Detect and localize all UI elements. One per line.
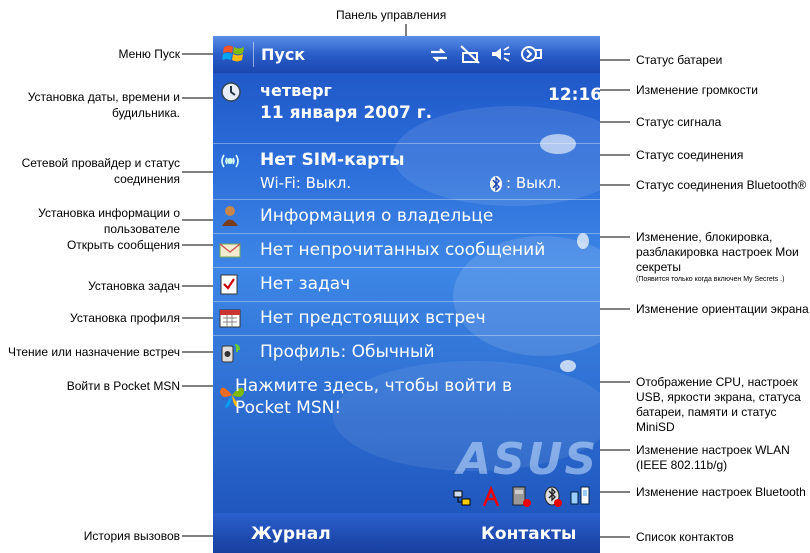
cpu-label-1: Отображение CPU, настроек bbox=[636, 375, 798, 389]
secrets-label-1: Изменение, блокировка, bbox=[636, 230, 773, 244]
connection-status-label: Статус соединения bbox=[636, 148, 744, 162]
network-provider-icon bbox=[221, 154, 239, 168]
call-history-label: История вызовов bbox=[83, 529, 180, 543]
date-row[interactable]: четверг 11 января 2007 г. 12:16 bbox=[213, 73, 600, 144]
wlan-label-1: Изменение настроек WLAN bbox=[636, 443, 790, 457]
profile-text: Профиль: Обычный bbox=[260, 342, 435, 362]
battery-status-icon[interactable] bbox=[519, 44, 543, 64]
volume-label: Изменение громкости bbox=[636, 83, 758, 97]
bluetooth-icon bbox=[490, 176, 502, 192]
tasks-icon bbox=[220, 274, 238, 295]
msn-label: Войти в Pocket MSN bbox=[66, 379, 180, 393]
owner-info-text: Информация о владельце bbox=[260, 206, 494, 226]
messages-text: Нет непрочитанных сообщений bbox=[260, 240, 546, 260]
start-button[interactable]: Пуск bbox=[261, 45, 305, 64]
owner-label-2: пользователе bbox=[103, 222, 180, 236]
windows-logo-icon[interactable] bbox=[221, 42, 247, 66]
cpu-label-4: MiniSD bbox=[636, 420, 675, 434]
wifi-status-text: Wi-Fi: Выкл. bbox=[260, 174, 352, 192]
connection-status-icon[interactable] bbox=[429, 46, 449, 64]
tasks-text: Нет задач bbox=[260, 274, 351, 294]
secrets-label: Изменение, блокировка, разблакировка нас… bbox=[636, 230, 799, 284]
owner-row[interactable]: Информация о владельце bbox=[213, 200, 600, 234]
system-settings-icon[interactable] bbox=[510, 484, 532, 508]
secrets-note: (Появится только когда включен My Secret… bbox=[636, 276, 785, 283]
orientation-icon[interactable] bbox=[481, 486, 501, 508]
softkey-bar: Журнал Контакты bbox=[213, 513, 600, 553]
clock-icon bbox=[221, 82, 241, 102]
owner-icon bbox=[222, 206, 238, 226]
orientation-label: Изменение ориентации экрана bbox=[636, 302, 809, 316]
profile-icon bbox=[221, 344, 240, 363]
signal-status-label: Статус сигнала bbox=[636, 115, 722, 129]
contacts-list-label: Список контактов bbox=[636, 530, 734, 544]
messages-label: Открыть сообщения bbox=[66, 238, 180, 252]
network-row[interactable]: Нет SIM-карты Wi-Fi: Выкл. : Выкл. bbox=[213, 144, 600, 200]
calendar-icon bbox=[219, 309, 241, 328]
secrets-label-2: разблакировка настроек Мои bbox=[636, 245, 799, 259]
profile-row[interactable]: Профиль: Обычный bbox=[213, 336, 600, 370]
cpu-label-2: USB, яркости экрана, статуса bbox=[636, 390, 801, 404]
msn-row[interactable]: Нажмите здесь, чтобы войти в Pocket MSN! bbox=[213, 372, 600, 432]
contacts-softkey[interactable]: Контакты bbox=[481, 524, 576, 544]
network-label-2: соединения bbox=[113, 172, 180, 186]
sim-status-text: Нет SIM-карты bbox=[260, 150, 405, 170]
profile-label: Установка профиля bbox=[70, 311, 180, 325]
messages-row[interactable]: Нет непрочитанных сообщений bbox=[213, 234, 600, 268]
bt-settings-label: Изменение настроек Bluetooth bbox=[636, 485, 806, 499]
today-screen: Пуск четверг 11 января 2007 г. 12:16 Нет… bbox=[213, 36, 600, 553]
owner-label-1: Установка информации о bbox=[38, 206, 180, 220]
appointments-label: Чтение или назначение встреч bbox=[7, 345, 180, 359]
bluetooth-status-text: : Выкл. bbox=[506, 174, 562, 192]
volume-icon[interactable] bbox=[490, 44, 512, 64]
start-menu-label: Меню Пуск bbox=[118, 47, 180, 61]
tasks-label: Установка задач bbox=[88, 279, 180, 293]
wlan-label: Изменение настроек WLAN (IEEE 802.11b/g) bbox=[636, 443, 790, 473]
msn-text-line-1: Нажмите здесь, чтобы войти в bbox=[235, 376, 513, 396]
envelope-icon bbox=[219, 243, 241, 258]
appointments-row[interactable]: Нет предстоящих встреч bbox=[213, 302, 600, 336]
wlan-label-2: (IEEE 802.11b/g) bbox=[636, 458, 728, 472]
cpu-label: Отображение CPU, настроек USB, яркости э… bbox=[636, 375, 801, 435]
tasks-row[interactable]: Нет задач bbox=[213, 268, 600, 302]
network-label-1: Сетевой провайдер и статус bbox=[21, 156, 180, 170]
date-time-label-2: будильника. bbox=[111, 106, 180, 120]
cpu-label-3: батареи, памяти и статус bbox=[636, 405, 777, 419]
wlan-settings-icon[interactable] bbox=[543, 484, 563, 508]
bluetooth-status-label: Статус соединения Bluetooth® bbox=[636, 178, 807, 192]
date-text: 11 января 2007 г. bbox=[260, 103, 433, 123]
date-time-label-1: Установка даты, времени и bbox=[27, 90, 180, 104]
msn-text-line-2: Pocket MSN! bbox=[235, 398, 342, 418]
weekday-text: четверг bbox=[260, 81, 332, 100]
call-history-softkey[interactable]: Журнал bbox=[251, 524, 331, 544]
asus-logo: ASUS bbox=[457, 434, 599, 485]
signal-status-icon[interactable] bbox=[459, 44, 481, 64]
my-secrets-icon[interactable] bbox=[452, 488, 472, 508]
control-panel-label: Панель управления bbox=[336, 8, 447, 22]
appointments-text: Нет предстоящих встреч bbox=[260, 308, 486, 328]
battery-status-label: Статус батареи bbox=[636, 53, 723, 67]
clock-time[interactable]: 12:16 bbox=[548, 85, 600, 105]
bluetooth-settings-icon[interactable] bbox=[568, 484, 592, 508]
secrets-label-3: секреты bbox=[636, 260, 681, 274]
top-bar: Пуск bbox=[213, 36, 600, 73]
start-divider bbox=[253, 42, 254, 67]
